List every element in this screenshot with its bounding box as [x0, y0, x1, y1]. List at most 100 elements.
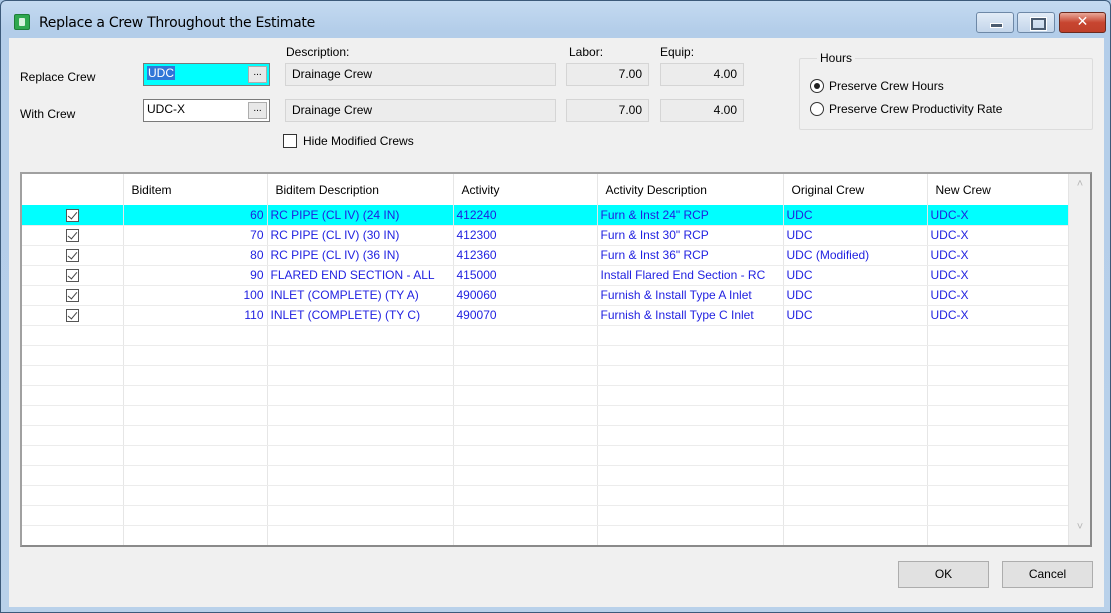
preserve-productivity-radio[interactable] — [810, 102, 824, 116]
row-include-checkbox[interactable] — [65, 309, 79, 323]
empty-cell — [22, 325, 124, 346]
column-header-activity[interactable]: Activity — [453, 174, 598, 205]
replace-crew-browse-button[interactable]: ... — [248, 66, 267, 83]
empty-row — [22, 365, 1071, 386]
close-button[interactable]: ✕ — [1059, 12, 1106, 33]
row-include-checkbox[interactable] — [65, 208, 79, 222]
column-header-check[interactable] — [22, 174, 124, 205]
empty-cell — [123, 505, 268, 526]
dialog-client: Description: Labor: Equip: Replace Crew … — [9, 38, 1104, 607]
row-include-checkbox[interactable] — [65, 229, 79, 243]
cell-biditem-description[interactable]: RC PIPE (CL IV) (36 IN) — [267, 245, 454, 266]
row-include-checkbox[interactable] — [65, 269, 79, 283]
column-header-new-crew[interactable]: New Crew — [927, 174, 1071, 205]
empty-row — [22, 465, 1071, 486]
cell-new-crew[interactable]: UDC-X — [927, 225, 1071, 246]
cell-original-crew[interactable]: UDC — [783, 305, 928, 326]
empty-cell — [22, 425, 124, 446]
preserve-productivity-label[interactable]: Preserve Crew Productivity Rate — [829, 102, 1002, 116]
column-header-biditem-description[interactable]: Biditem Description — [267, 174, 454, 205]
cell-activity[interactable]: 490070 — [453, 305, 598, 326]
empty-row — [22, 385, 1071, 406]
column-header-activity-description[interactable]: Activity Description — [597, 174, 784, 205]
cell-biditem-description[interactable]: FLARED END SECTION - ALL — [267, 265, 454, 286]
cell-activity[interactable]: 412300 — [453, 225, 598, 246]
column-header-biditem[interactable]: Biditem — [123, 174, 268, 205]
title-bar[interactable]: Replace a Crew Throughout the Estimate ✕ — [1, 1, 1110, 37]
cell-activity-description[interactable]: Furn & Inst 30" RCP — [597, 225, 784, 246]
cell-biditem-description[interactable]: INLET (COMPLETE) (TY C) — [267, 305, 454, 326]
cell-include — [22, 245, 124, 266]
empty-cell — [123, 365, 268, 386]
cell-original-crew[interactable]: UDC — [783, 265, 928, 286]
table-row[interactable]: 60 RC PIPE (CL IV) (24 IN) 412240 Furn & In… — [22, 205, 1071, 226]
empty-cell — [22, 485, 124, 506]
window-title: Replace a Crew Throughout the Estimate — [39, 15, 315, 31]
empty-cell — [783, 445, 928, 466]
table-row[interactable]: 70 RC PIPE (CL IV) (30 IN) 412300 Furn & In… — [22, 225, 1071, 246]
maximize-button[interactable] — [1017, 12, 1055, 33]
cell-biditem[interactable]: 60 — [123, 205, 268, 226]
table-row[interactable]: 100 INLET (COMPLETE) (TY A) 490060 Furnish … — [22, 285, 1071, 306]
empty-cell — [783, 425, 928, 446]
cell-new-crew[interactable]: UDC-X — [927, 205, 1071, 226]
hide-modified-label[interactable]: Hide Modified Crews — [303, 134, 414, 148]
ok-button[interactable]: OK — [898, 561, 989, 588]
table-row[interactable]: 110 INLET (COMPLETE) (TY C) 490070 Furnish … — [22, 305, 1071, 326]
table-row[interactable]: 80 RC PIPE (CL IV) (36 IN) 412360 Furn & In… — [22, 245, 1071, 266]
empty-cell — [783, 345, 928, 366]
cell-biditem-description[interactable]: RC PIPE (CL IV) (30 IN) — [267, 225, 454, 246]
cell-original-crew[interactable]: UDC — [783, 205, 928, 226]
cell-biditem[interactable]: 110 — [123, 305, 268, 326]
replace-crew-labor: 7.00 — [566, 63, 649, 86]
with-crew-browse-button[interactable]: ... — [248, 102, 267, 119]
hours-groupbox-title: Hours — [817, 51, 856, 65]
empty-cell — [453, 465, 598, 486]
empty-cell — [927, 405, 1071, 426]
preserve-crew-hours-label[interactable]: Preserve Crew Hours — [829, 79, 944, 93]
empty-cell — [267, 425, 454, 446]
cell-biditem-description[interactable]: INLET (COMPLETE) (TY A) — [267, 285, 454, 306]
vertical-scrollbar[interactable]: ˄ ˅ — [1068, 174, 1090, 545]
cell-biditem[interactable]: 80 — [123, 245, 268, 266]
cell-biditem-description[interactable]: RC PIPE (CL IV) (24 IN) — [267, 205, 454, 226]
cell-original-crew[interactable]: UDC — [783, 225, 928, 246]
empty-cell — [783, 385, 928, 406]
cell-original-crew[interactable]: UDC (Modified) — [783, 245, 928, 266]
cell-biditem[interactable]: 100 — [123, 285, 268, 306]
cell-original-crew[interactable]: UDC — [783, 285, 928, 306]
cancel-button[interactable]: Cancel — [1002, 561, 1093, 588]
cell-activity-description[interactable]: Furn & Inst 36" RCP — [597, 245, 784, 266]
row-include-checkbox[interactable] — [65, 289, 79, 303]
cell-activity[interactable]: 412240 — [453, 205, 598, 226]
hide-modified-checkbox[interactable] — [283, 134, 297, 148]
close-icon: ✕ — [1076, 14, 1089, 30]
replace-crew-input[interactable]: UDC ... — [143, 63, 270, 86]
minimize-button[interactable] — [976, 12, 1014, 33]
cell-new-crew[interactable]: UDC-X — [927, 285, 1071, 306]
empty-cell — [453, 505, 598, 526]
cell-activity[interactable]: 490060 — [453, 285, 598, 306]
cell-new-crew[interactable]: UDC-X — [927, 305, 1071, 326]
scroll-down-icon[interactable]: ˅ — [1069, 521, 1090, 541]
cell-activity-description[interactable]: Furn & Inst 24" RCP — [597, 205, 784, 226]
cell-new-crew[interactable]: UDC-X — [927, 245, 1071, 266]
scroll-up-icon[interactable]: ˄ — [1069, 178, 1090, 198]
row-include-checkbox[interactable] — [65, 249, 79, 263]
empty-cell — [22, 525, 124, 545]
crew-replacement-grid[interactable]: Biditem Biditem Description Activity Act… — [20, 172, 1092, 547]
cell-activity-description[interactable]: Furnish & Install Type C Inlet — [597, 305, 784, 326]
cell-activity-description[interactable]: Furnish & Install Type A Inlet — [597, 285, 784, 306]
table-row[interactable]: 90 FLARED END SECTION - ALL 415000 Install … — [22, 265, 1071, 286]
cell-activity[interactable]: 412360 — [453, 245, 598, 266]
cell-new-crew[interactable]: UDC-X — [927, 265, 1071, 286]
cell-biditem[interactable]: 90 — [123, 265, 268, 286]
cell-activity[interactable]: 415000 — [453, 265, 598, 286]
column-header-original-crew[interactable]: Original Crew — [783, 174, 928, 205]
preserve-crew-hours-radio[interactable] — [810, 79, 824, 93]
labor-label: Labor: — [569, 45, 604, 59]
cell-activity-description[interactable]: Install Flared End Section - RC — [597, 265, 784, 286]
empty-cell — [123, 405, 268, 426]
with-crew-input[interactable]: UDC-X ... — [143, 99, 270, 122]
cell-biditem[interactable]: 70 — [123, 225, 268, 246]
